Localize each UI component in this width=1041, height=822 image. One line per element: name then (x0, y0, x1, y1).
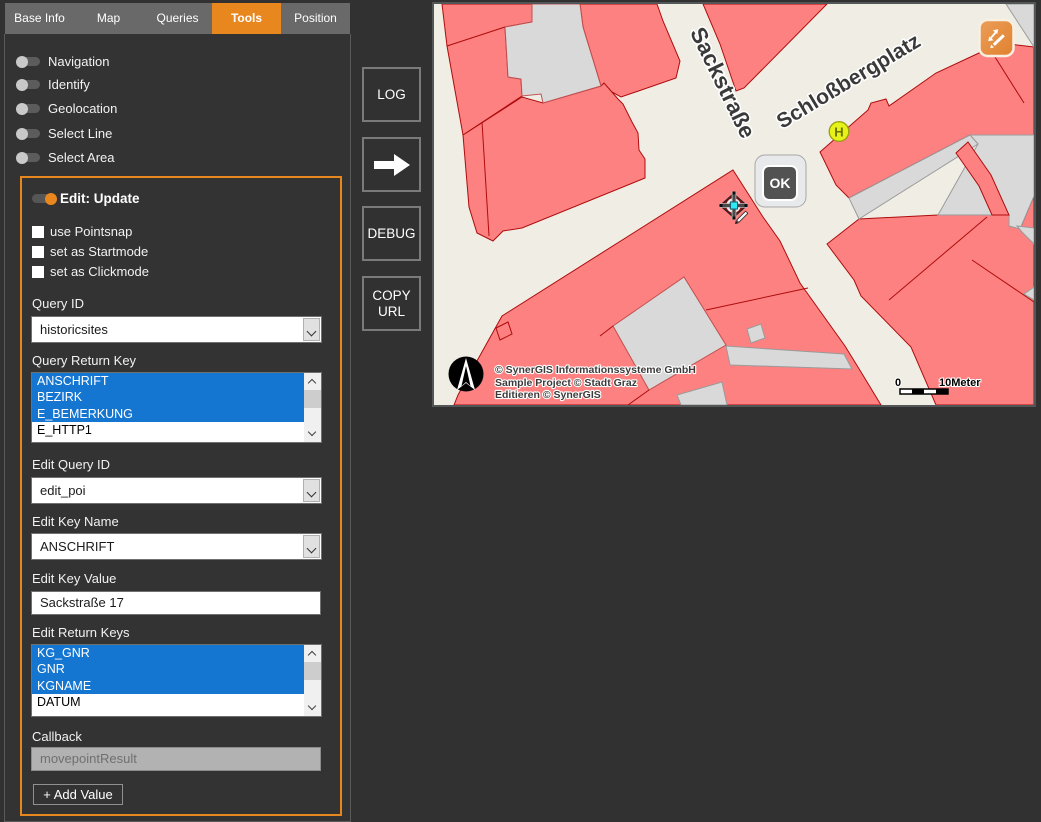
svg-text:OK: OK (770, 175, 791, 191)
svg-text:0: 0 (895, 377, 901, 389)
svg-text:Editieren © SynerGIS: Editieren © SynerGIS (495, 389, 601, 401)
svg-text:10Meter: 10Meter (939, 377, 981, 389)
svg-text:© SynerGIS Informationssysteme: © SynerGIS Informationssysteme GmbH (495, 364, 696, 376)
svg-text:H: H (834, 125, 843, 140)
svg-text:Sample Project © Stadt Graz: Sample Project © Stadt Graz (495, 377, 637, 389)
